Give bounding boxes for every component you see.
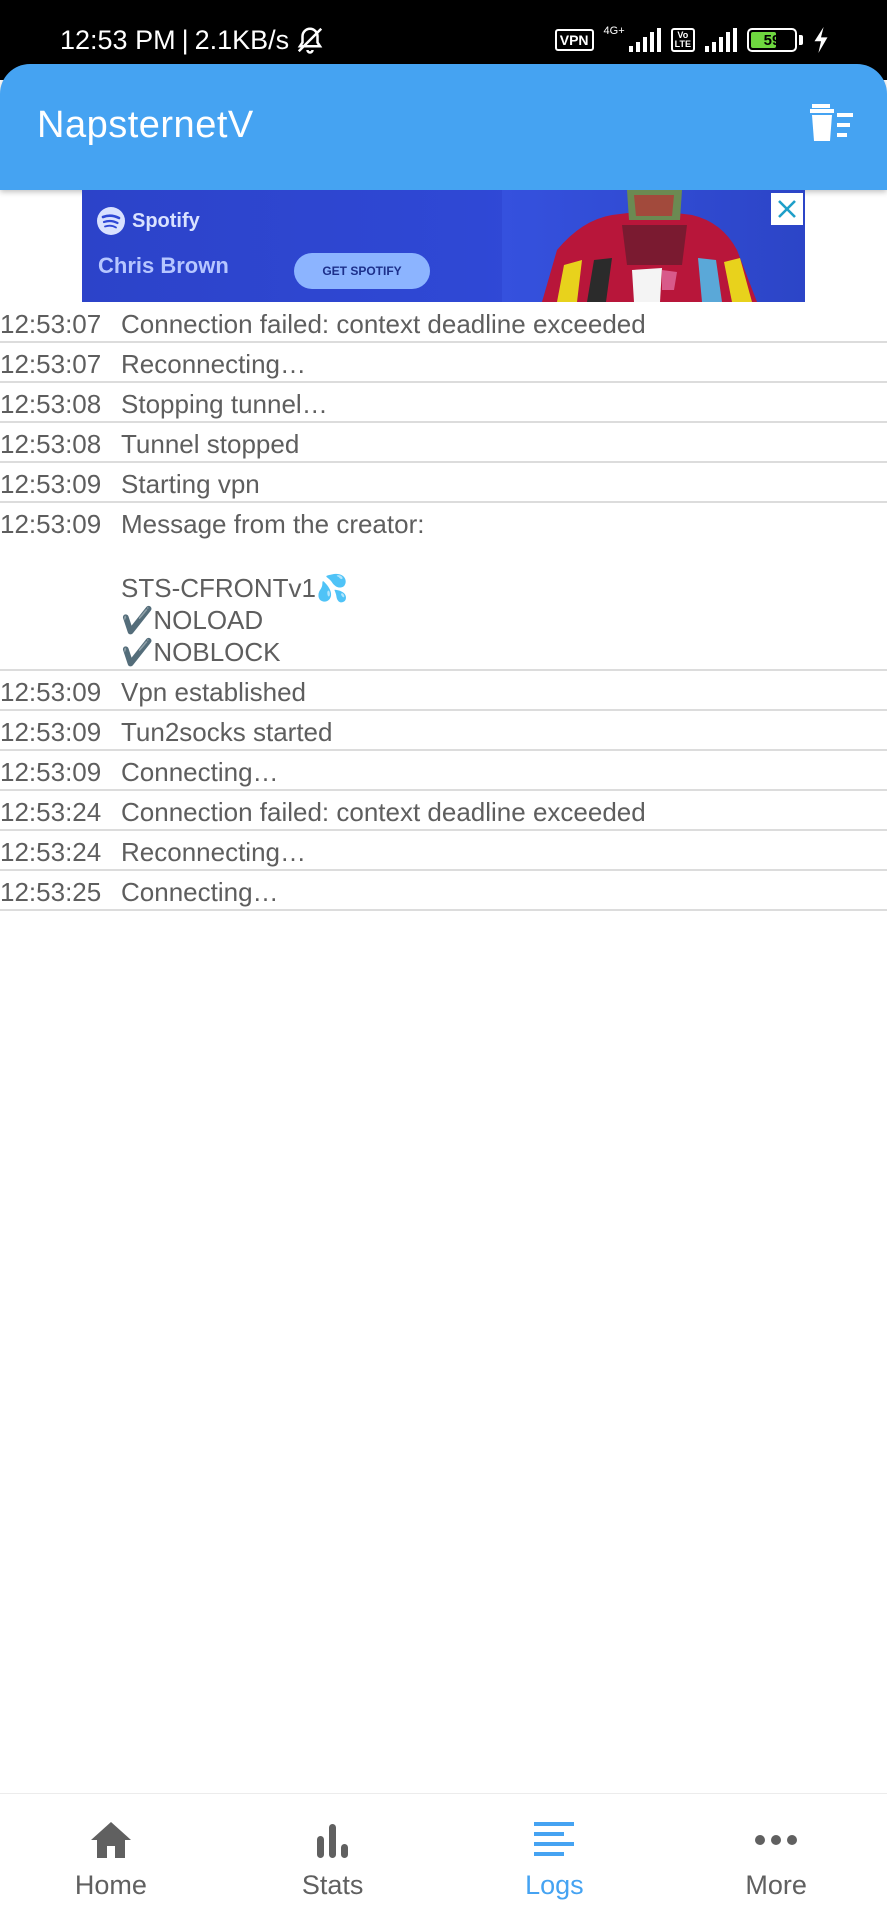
log-message: Message from the creator: STS-CFRONTv1💦 … — [121, 509, 425, 667]
log-timestamp: 12:53:09 — [0, 757, 102, 787]
home-icon — [89, 1818, 133, 1862]
battery-tip — [799, 35, 803, 45]
log-list[interactable]: 12:53:07 Connection failed: context deadl… — [0, 303, 887, 911]
battery-level: 59 — [763, 31, 781, 49]
status-time: 12:53 PM — [60, 25, 176, 55]
log-row: 12:53:24 Reconnecting… — [0, 831, 887, 871]
trash-list-icon — [808, 101, 856, 145]
log-timestamp: 12:53:24 — [0, 797, 102, 827]
status-separator: | — [181, 25, 189, 55]
battery-icon: 59 — [747, 28, 797, 52]
bar-chart-icon — [311, 1818, 355, 1862]
log-row: 12:53:07 Connection failed: context deadl… — [0, 303, 887, 343]
log-message: Starting vpn — [121, 469, 260, 499]
log-timestamp: 12:53:08 — [0, 389, 102, 419]
nav-item-stats[interactable]: Stats — [222, 1794, 444, 1920]
log-message: Connecting… — [121, 757, 279, 787]
nav-label-logs: Logs — [525, 1870, 584, 1900]
more-dots-icon — [754, 1818, 798, 1862]
nav-item-home[interactable]: Home — [0, 1794, 222, 1920]
log-row: 12:53:09 Vpn established — [0, 671, 887, 711]
ad-artwork — [502, 190, 805, 302]
app-title: NapsternetV — [37, 104, 254, 146]
vpn-indicator: VPN — [554, 29, 594, 51]
log-message: Tunnel stopped — [121, 429, 300, 459]
ad-brand-name: Spotify — [132, 209, 200, 232]
app-bar: NapsternetV — [0, 64, 887, 190]
log-row: 12:53:09 Tun2socks started — [0, 711, 887, 751]
log-message: Stopping tunnel… — [121, 389, 328, 419]
log-timestamp: 12:53:09 — [0, 509, 102, 539]
log-timestamp: 12:53:08 — [0, 429, 102, 459]
bottom-navigation: Home Stats Logs More — [0, 1793, 887, 1920]
log-timestamp: 12:53:07 — [0, 309, 102, 339]
charging-icon — [813, 27, 829, 53]
network-type: 4G+ — [603, 25, 625, 37]
nav-item-more[interactable]: More — [665, 1794, 887, 1920]
status-left: 12:53 PM | 2.1KB/s — [60, 22, 325, 58]
signal-strength-2-icon — [705, 28, 737, 52]
ad-banner[interactable]: Spotify Chris Brown GET SPOTIFY — [82, 190, 805, 302]
app-root: 12:53 PM | 2.1KB/s VPN 4G+ Vo LTE 59 Nap… — [0, 0, 887, 1920]
log-row: 12:53:09 Message from the creator: STS-CF… — [0, 503, 887, 671]
log-timestamp: 12:53:09 — [0, 677, 102, 707]
log-timestamp: 12:53:09 — [0, 469, 102, 499]
log-row: 12:53:08 Tunnel stopped — [0, 423, 887, 463]
log-timestamp: 12:53:07 — [0, 349, 102, 379]
volte-indicator: Vo LTE — [670, 28, 695, 52]
logs-icon — [532, 1818, 576, 1862]
spotify-logo-icon — [96, 206, 126, 236]
log-timestamp: 12:53:25 — [0, 877, 102, 907]
close-icon — [776, 198, 798, 220]
log-row: 12:53:09 Starting vpn — [0, 463, 887, 503]
status-right: VPN 4G+ Vo LTE 59 — [554, 22, 829, 58]
log-row: 12:53:24 Connection failed: context deadl… — [0, 791, 887, 831]
nav-item-logs[interactable]: Logs — [444, 1794, 666, 1920]
nav-label-more: More — [745, 1870, 807, 1900]
log-row: 12:53:09 Connecting… — [0, 751, 887, 791]
ad-brand: Spotify — [96, 206, 200, 236]
clear-logs-button[interactable] — [807, 98, 857, 148]
nav-label-home: Home — [74, 1870, 147, 1900]
log-message: Tun2socks started — [121, 717, 333, 747]
ad-artist: Chris Brown — [98, 253, 229, 278]
log-message: Reconnecting… — [121, 349, 306, 379]
log-message: Connection failed: context deadline exce… — [121, 309, 646, 339]
nav-label-stats: Stats — [301, 1870, 364, 1900]
log-row: 12:53:07 Reconnecting… — [0, 343, 887, 383]
status-speed: 2.1KB/s — [194, 25, 290, 55]
log-message: Vpn established — [121, 677, 307, 707]
log-message: Reconnecting… — [121, 837, 306, 867]
log-row: 12:53:08 Stopping tunnel… — [0, 383, 887, 423]
log-message: Connection failed: context deadline exce… — [121, 797, 646, 827]
log-timestamp: 12:53:24 — [0, 837, 102, 867]
bell-muted-icon — [295, 25, 325, 55]
log-timestamp: 12:53:09 — [0, 717, 102, 747]
log-row: 12:53:25 Connecting… — [0, 871, 887, 911]
log-message: Connecting… — [121, 877, 279, 907]
ad-close-button[interactable] — [771, 193, 803, 225]
signal-strength-icon — [628, 28, 661, 52]
ad-cta-button[interactable]: GET SPOTIFY — [294, 253, 430, 289]
